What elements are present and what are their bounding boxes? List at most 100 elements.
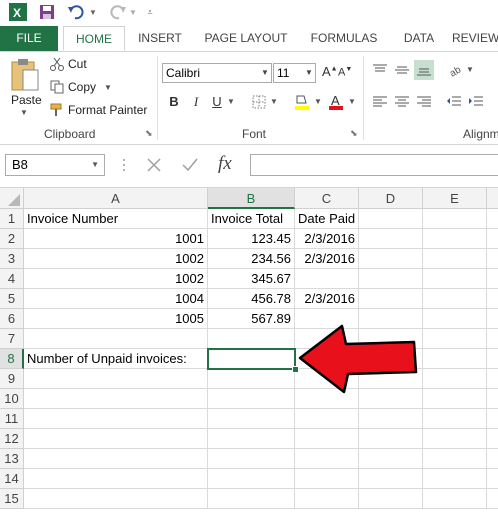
chevron-down-icon[interactable]: ▼ [91,155,99,175]
cell-e8[interactable] [423,349,487,369]
tab-file[interactable]: FILE [0,26,58,51]
tab-home[interactable]: HOME [63,26,125,51]
cell-e6[interactable] [423,309,487,329]
cell-b3[interactable]: 234.56 [208,249,295,269]
column-header-c[interactable]: C [295,188,359,209]
cell-d3[interactable] [359,249,423,269]
row-header-2[interactable]: 2 [0,229,24,249]
cell-f7[interactable] [487,329,498,349]
cell-f6[interactable] [487,309,498,329]
cell-e4[interactable] [423,269,487,289]
customize-icon[interactable]: ⩡ [144,2,156,22]
cell-f4[interactable] [487,269,498,289]
redo-dropdown-icon[interactable]: ▼ [128,2,138,22]
cell-e2[interactable] [423,229,487,249]
fill-color-icon[interactable] [293,93,311,111]
copy-icon[interactable] [50,80,64,94]
paste-dropdown-icon[interactable]: ▼ [20,108,28,117]
cell-e12[interactable] [423,429,487,449]
column-header-b[interactable]: B [208,188,295,209]
cell-c3[interactable]: 2/3/2016 [295,249,359,269]
cell-a4[interactable]: 1002 [24,269,208,289]
tab-page-layout[interactable]: PAGE LAYOUT [200,26,292,51]
cell-b9[interactable] [208,369,295,389]
cell-b2[interactable]: 123.45 [208,229,295,249]
paste-button[interactable]: Paste [11,93,42,107]
bold-button[interactable]: B [165,93,183,111]
cell-a9[interactable] [24,369,208,389]
enter-icon[interactable] [181,156,199,174]
cell-a12[interactable] [24,429,208,449]
font-launcher-icon[interactable]: ⬊ [350,128,358,139]
row-header-6[interactable]: 6 [0,309,24,329]
cell-e5[interactable] [423,289,487,309]
row-header-8[interactable]: 8 [0,349,24,369]
cell-f14[interactable] [487,469,498,489]
row-header-7[interactable]: 7 [0,329,24,349]
cell-a5[interactable]: 1004 [24,289,208,309]
cell-a1[interactable]: Invoice Number [24,209,208,229]
cell-d12[interactable] [359,429,423,449]
align-center-icon[interactable] [394,95,410,109]
save-icon[interactable] [37,2,57,22]
cell-b5[interactable]: 456.78 [208,289,295,309]
column-header-d[interactable]: D [359,188,423,209]
cell-f8[interactable] [487,349,498,369]
cell-e11[interactable] [423,409,487,429]
tab-data[interactable]: DATA [394,26,444,51]
formula-input[interactable] [250,154,498,176]
undo-dropdown-icon[interactable]: ▼ [88,2,98,22]
cell-b11[interactable] [208,409,295,429]
cell-c4[interactable] [295,269,359,289]
cell-a15[interactable] [24,489,208,509]
copy-dropdown-icon[interactable]: ▼ [104,83,112,92]
copy-button[interactable]: Copy [68,80,96,94]
cell-e1[interactable] [423,209,487,229]
cell-b1[interactable]: Invoice Total [208,209,295,229]
cell-e14[interactable] [423,469,487,489]
name-box[interactable]: B8 ▼ [5,154,105,176]
align-left-icon[interactable] [372,95,388,109]
cell-f10[interactable] [487,389,498,409]
cell-a6[interactable]: 1005 [24,309,208,329]
orientation-icon[interactable]: ab [448,62,464,79]
font-color-dropdown-icon[interactable]: ▼ [348,97,356,106]
tab-formulas[interactable]: FORMULAS [304,26,384,51]
select-all-button[interactable] [0,188,24,209]
cell-f15[interactable] [487,489,498,509]
decrease-indent-icon[interactable] [446,95,462,109]
cell-d4[interactable] [359,269,423,289]
row-header-3[interactable]: 3 [0,249,24,269]
column-header-f[interactable] [487,188,498,209]
tab-review[interactable]: REVIEW [452,26,498,51]
cell-e13[interactable] [423,449,487,469]
row-header-11[interactable]: 11 [0,409,24,429]
cell-c13[interactable] [295,449,359,469]
insert-function-button[interactable]: fx [218,153,232,175]
cell-a7[interactable] [24,329,208,349]
row-header-12[interactable]: 12 [0,429,24,449]
bottom-align-icon[interactable] [414,60,434,80]
formula-bar-grip-icon[interactable] [122,157,126,173]
cell-e15[interactable] [423,489,487,509]
cell-a2[interactable]: 1001 [24,229,208,249]
cell-f2[interactable] [487,229,498,249]
paste-icon[interactable] [10,58,40,92]
cell-c2[interactable]: 2/3/2016 [295,229,359,249]
cell-e7[interactable] [423,329,487,349]
cell-a13[interactable] [24,449,208,469]
italic-button[interactable]: I [187,93,205,111]
font-name-select[interactable]: Calibri ▼ [162,63,272,83]
decrease-font-icon[interactable]: A▼ [338,66,352,79]
cell-d11[interactable] [359,409,423,429]
underline-dropdown-icon[interactable]: ▼ [227,97,235,106]
format-painter-icon[interactable] [50,103,64,117]
cell-d1[interactable] [359,209,423,229]
redo-icon[interactable] [108,2,128,22]
cell-b12[interactable] [208,429,295,449]
cell-b4[interactable]: 345.67 [208,269,295,289]
undo-icon[interactable] [66,2,86,22]
column-header-a[interactable]: A [24,188,208,209]
cell-d5[interactable] [359,289,423,309]
font-size-select[interactable]: 11 ▼ [273,63,316,83]
